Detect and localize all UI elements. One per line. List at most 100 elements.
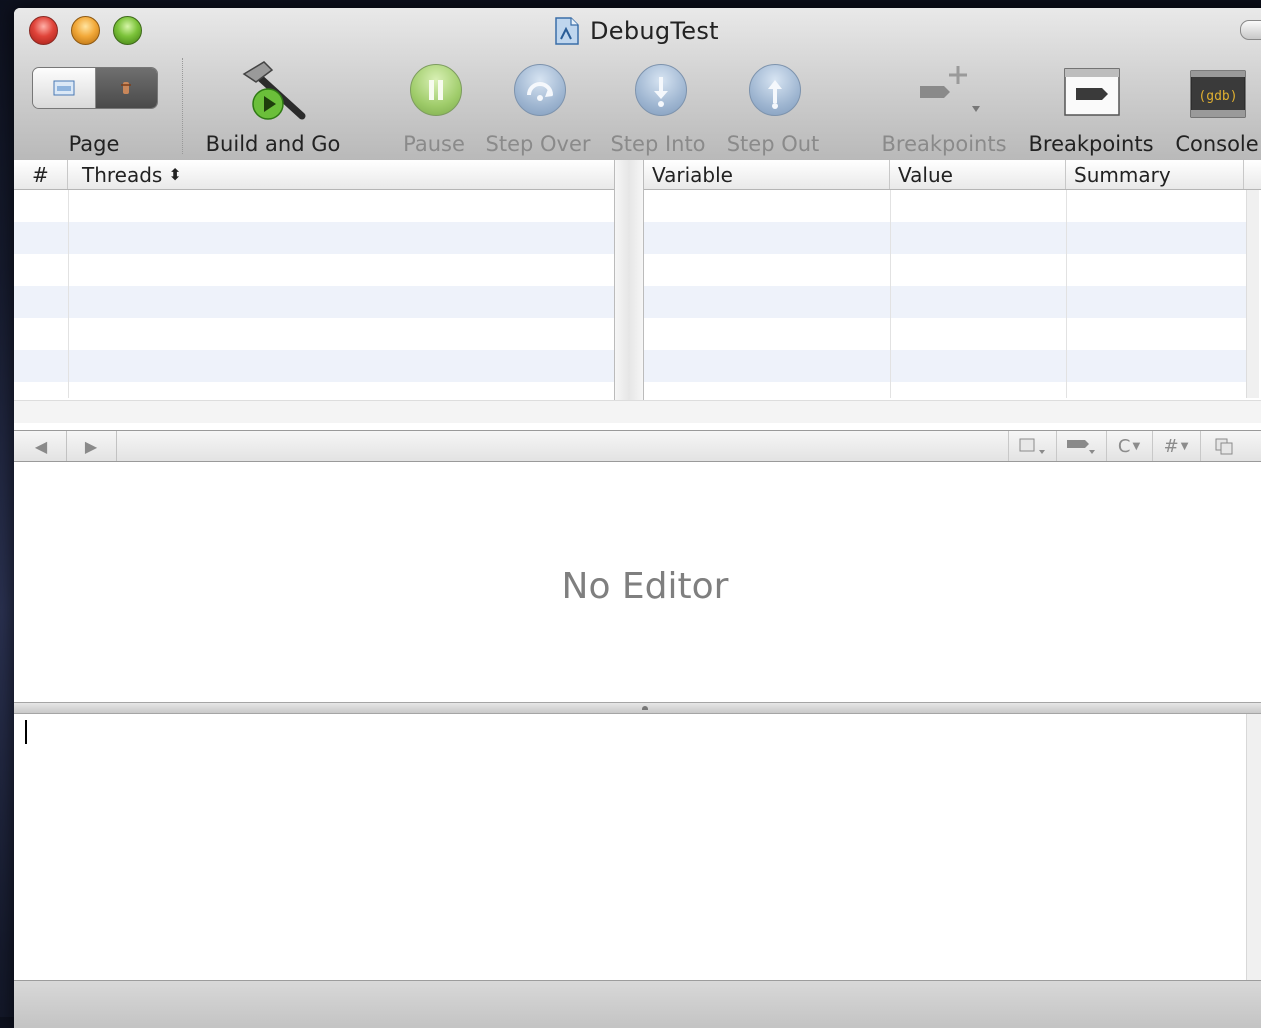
console-terminal-icon: (gdb) <box>1190 70 1246 118</box>
window-title: DebugTest <box>554 16 719 46</box>
text-cursor <box>25 720 27 744</box>
close-window-button[interactable] <box>29 16 58 45</box>
add-breakpoint-button[interactable] <box>918 62 980 118</box>
table-row[interactable] <box>14 254 614 286</box>
zoom-window-button[interactable] <box>113 16 142 45</box>
column-divider <box>890 190 891 398</box>
forward-arrow-icon: ▶ <box>84 436 98 456</box>
editor-console-splitter[interactable] <box>14 702 1261 714</box>
step-into-button[interactable] <box>635 64 687 116</box>
add-breakpoint-icon <box>920 66 980 112</box>
status-bar <box>14 980 1261 1028</box>
table-row[interactable] <box>644 286 1246 318</box>
table-row[interactable] <box>14 222 614 254</box>
pause-button[interactable] <box>410 64 462 116</box>
console-icon-text: (gdb) <box>1198 89 1237 104</box>
sort-arrows-icon[interactable]: ⬍ <box>168 165 181 184</box>
editor-area: No Editor <box>14 462 1261 702</box>
bookmarks-icon <box>1019 438 1045 454</box>
step-out-icon <box>768 80 782 109</box>
threads-column-header[interactable]: Threads ⬍ <box>68 160 614 189</box>
step-into-label: Step Into <box>610 132 706 156</box>
debug-bug-icon <box>121 82 132 94</box>
debugger-upper-pane: # Threads ⬍ Variable Value Summary <box>14 160 1261 418</box>
thread-number-column-label: # <box>32 162 49 187</box>
build-and-go-label: Build and Go <box>205 132 341 156</box>
variables-list[interactable] <box>644 190 1246 382</box>
console-button[interactable]: (gdb) <box>1190 70 1246 118</box>
table-row[interactable] <box>644 318 1246 350</box>
toolbar-toggle-button[interactable] <box>1240 20 1261 40</box>
page-label: Page <box>68 132 120 156</box>
threads-list[interactable] <box>14 190 614 382</box>
back-button[interactable]: ◀ <box>16 431 67 461</box>
splitter-handle-dot <box>642 706 648 710</box>
breakpoints-button[interactable] <box>1064 68 1120 118</box>
step-over-label: Step Over <box>485 132 591 156</box>
project-page-segment[interactable] <box>33 68 96 108</box>
console-scrollbar[interactable] <box>1246 714 1261 980</box>
breakpoints-menu-icon <box>1067 440 1095 454</box>
table-row[interactable] <box>14 318 614 350</box>
back-arrow-icon: ◀ <box>34 436 48 456</box>
step-out-button[interactable] <box>749 64 801 116</box>
table-row[interactable] <box>14 286 614 318</box>
column-divider <box>68 190 69 398</box>
minimize-window-button[interactable] <box>71 16 100 45</box>
step-over-icon <box>527 82 553 101</box>
counterpart-button[interactable] <box>1200 431 1247 461</box>
chevron-down-icon: ▼ <box>1180 440 1189 452</box>
table-row[interactable] <box>644 350 1246 382</box>
project-document-icon <box>554 17 580 45</box>
unified-toolbar: DebugTest Page Build and Go Pause Step O… <box>14 8 1261 161</box>
hammer-icon <box>242 61 306 120</box>
horizontal-scroll-strip[interactable] <box>14 400 1261 423</box>
threads-table-header: # Threads ⬍ <box>14 160 614 190</box>
value-column-header[interactable]: Value <box>890 160 1066 189</box>
summary-column-label: Summary <box>1074 162 1171 187</box>
debug-page-segment[interactable] <box>95 68 157 108</box>
variable-column-label: Variable <box>652 162 733 187</box>
class-menu-button[interactable]: C ▼ <box>1106 431 1151 461</box>
pause-label: Pause <box>403 132 465 156</box>
no-editor-placeholder: No Editor <box>561 566 729 607</box>
table-row[interactable] <box>644 190 1246 222</box>
breakpoints-label: Breakpoints <box>1028 132 1154 156</box>
table-row[interactable] <box>14 190 614 222</box>
variable-column-header[interactable]: Variable <box>644 160 890 189</box>
variables-table-header: Variable Value Summary <box>644 160 1261 190</box>
breakpoints-menu-button[interactable] <box>1056 431 1105 461</box>
table-row[interactable] <box>644 222 1246 254</box>
class-menu-label: C <box>1117 435 1131 457</box>
pause-icon <box>429 80 443 100</box>
page-segmented-control[interactable] <box>32 67 158 109</box>
window-title-text: DebugTest <box>590 17 719 45</box>
thread-number-column-header[interactable]: # <box>14 160 68 189</box>
table-row[interactable] <box>644 254 1246 286</box>
project-window-icon <box>53 80 75 96</box>
build-and-go-button[interactable] <box>236 60 312 122</box>
function-menu-button[interactable]: # ▼ <box>1152 431 1199 461</box>
forward-button[interactable]: ▶ <box>66 431 117 461</box>
vertical-splitter[interactable] <box>614 160 644 418</box>
breakpoints-window-icon <box>1064 68 1120 116</box>
toolbar-separator <box>182 58 183 154</box>
summary-column-header[interactable]: Summary <box>1066 160 1244 189</box>
console-label: Console <box>1175 132 1259 156</box>
step-over-button[interactable] <box>514 64 566 116</box>
value-column-label: Value <box>898 162 953 187</box>
table-row[interactable] <box>14 350 614 382</box>
console-input[interactable] <box>14 714 1246 980</box>
step-into-icon <box>654 77 668 107</box>
bookmarks-menu-button[interactable] <box>1008 431 1055 461</box>
column-divider <box>1066 190 1067 398</box>
gdb-console <box>14 714 1261 980</box>
chevron-down-icon: ▼ <box>1132 440 1141 452</box>
function-menu-label: # <box>1163 435 1179 457</box>
xcode-debugger-window: DebugTest Page Build and Go Pause Step O… <box>14 8 1261 1028</box>
counterpart-icon <box>1215 438 1233 455</box>
variables-scrollbar[interactable] <box>1246 190 1259 398</box>
threads-column-label: Threads <box>82 162 163 187</box>
step-out-label: Step Out <box>726 132 820 156</box>
add-breakpoint-label: Breakpoints <box>881 132 1007 156</box>
